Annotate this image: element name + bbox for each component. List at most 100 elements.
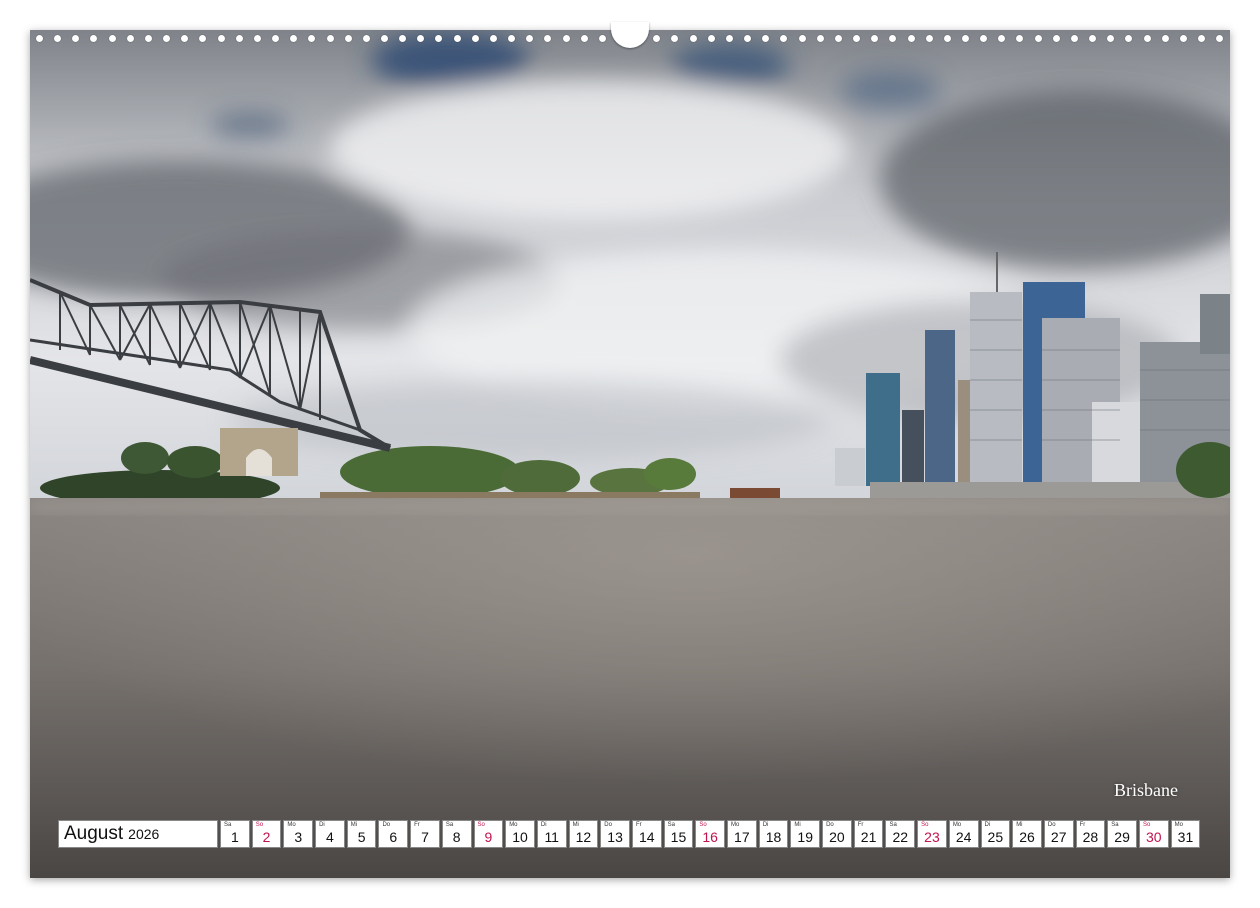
month-name: August bbox=[64, 823, 124, 844]
weekday-label: Mo bbox=[509, 822, 518, 828]
day-number: 17 bbox=[734, 829, 750, 845]
weekday-label: Fr bbox=[635, 822, 642, 828]
day-number: 8 bbox=[452, 829, 461, 845]
weekday-label: Di bbox=[762, 822, 769, 828]
weekday-label: Di bbox=[319, 822, 325, 828]
day-cell: Sa 1 bbox=[220, 820, 250, 848]
weekday-label: Do bbox=[604, 822, 612, 828]
weekday-label: Mi bbox=[350, 822, 358, 828]
day-cell: Fr 21 bbox=[853, 820, 884, 848]
day-number: 28 bbox=[1082, 829, 1099, 845]
weekday-label: Do bbox=[382, 822, 391, 828]
day-cell: Sa 22 bbox=[885, 820, 916, 848]
weekday-label: Mi bbox=[794, 822, 801, 828]
day-number: 3 bbox=[294, 829, 303, 845]
day-cell: Mo 10 bbox=[505, 820, 535, 848]
weekday-label: Di bbox=[984, 822, 991, 828]
day-cells: Sa 1 So 2 Mo 3 Di 4 Mi 5 Do 6 Fr 7 Sa 8 So 9 Mo 10 Di 11 Mi 12 D… bbox=[220, 820, 1202, 850]
weekday-label: Sa bbox=[667, 822, 675, 828]
day-cell: Sa 15 bbox=[663, 820, 694, 848]
day-number: 5 bbox=[357, 829, 366, 845]
day-number: 18 bbox=[765, 829, 782, 845]
month-calendar-strip: August 2026 Sa 1 So 2 Mo 3 Di 4 Mi 5 Do 6 Fr 7 Sa 8 So 9 M… bbox=[58, 820, 1202, 850]
weekday-label: So bbox=[921, 822, 929, 828]
day-cell: Do 27 bbox=[1043, 820, 1074, 848]
day-cell: Do 13 bbox=[600, 820, 630, 848]
day-number: 10 bbox=[512, 829, 528, 845]
day-number: 20 bbox=[829, 829, 845, 845]
day-number: 25 bbox=[987, 829, 1004, 845]
day-number: 1 bbox=[230, 829, 239, 845]
day-number: 19 bbox=[797, 829, 813, 845]
day-cell: Sa 8 bbox=[441, 820, 472, 848]
day-cell: So 16 bbox=[695, 820, 725, 848]
day-number: 24 bbox=[955, 829, 972, 845]
weekday-label: Sa bbox=[1111, 822, 1119, 828]
day-number: 21 bbox=[860, 829, 877, 845]
weekday-label: Mi bbox=[572, 822, 579, 828]
day-cell: Mo 3 bbox=[283, 820, 314, 848]
day-cell: Fr 14 bbox=[631, 820, 662, 848]
weekday-label: Sa bbox=[224, 822, 232, 828]
day-number: 29 bbox=[1114, 829, 1130, 845]
day-number: 22 bbox=[892, 829, 909, 845]
day-number: 30 bbox=[1145, 829, 1162, 845]
day-number: 7 bbox=[421, 829, 429, 845]
weekday-label: Mo bbox=[952, 822, 962, 828]
weekday-label: Do bbox=[826, 822, 834, 828]
day-cell: Mo 17 bbox=[727, 820, 757, 848]
day-cell: Mi 12 bbox=[568, 820, 599, 848]
day-number: 4 bbox=[326, 829, 334, 845]
photo-scene bbox=[30, 30, 1230, 878]
day-number: 11 bbox=[544, 829, 559, 845]
day-cell: Mi 26 bbox=[1012, 820, 1042, 848]
weekday-label: So bbox=[1142, 822, 1151, 828]
weekday-label: Fr bbox=[857, 822, 864, 828]
weekday-label: So bbox=[477, 822, 485, 828]
day-cell: Di 11 bbox=[536, 820, 567, 848]
photo-caption: Brisbane bbox=[1114, 780, 1178, 800]
day-cell: Do 20 bbox=[822, 820, 852, 848]
day-cell: Mo 31 bbox=[1170, 820, 1201, 848]
day-number: 13 bbox=[607, 829, 623, 845]
weekday-label: So bbox=[699, 822, 707, 828]
day-number: 31 bbox=[1177, 829, 1194, 845]
day-number: 12 bbox=[575, 829, 592, 845]
year-label: 2026 bbox=[128, 826, 160, 842]
day-number: 15 bbox=[670, 829, 687, 845]
day-cell: So 2 bbox=[251, 820, 282, 848]
weekday-label: Do bbox=[1047, 822, 1056, 828]
weekday-label: Fr bbox=[1079, 822, 1086, 828]
weekday-label: Fr bbox=[414, 822, 420, 828]
brisbane-river-photo bbox=[30, 30, 1230, 878]
day-number: 23 bbox=[924, 829, 940, 845]
day-cell: Fr 7 bbox=[410, 820, 440, 848]
weekday-label: Mi bbox=[1016, 822, 1023, 828]
day-cell: Mi 19 bbox=[790, 820, 821, 848]
day-cell: So 9 bbox=[473, 820, 504, 848]
weekday-label: Mo bbox=[731, 822, 740, 828]
day-cell: Do 6 bbox=[378, 820, 409, 848]
day-number: 26 bbox=[1019, 829, 1035, 845]
weekday-label: Mo bbox=[287, 822, 296, 828]
weekday-label: Di bbox=[540, 822, 547, 828]
bridge-pier bbox=[220, 428, 298, 476]
day-number: 16 bbox=[702, 829, 718, 845]
weekday-label: So bbox=[255, 822, 264, 828]
month-label: August 2026 bbox=[58, 820, 218, 848]
day-cell: Fr 28 bbox=[1075, 820, 1106, 848]
weekday-label: Mo bbox=[1174, 822, 1183, 828]
day-cell: So 30 bbox=[1138, 820, 1169, 848]
weekday-label: Sa bbox=[445, 822, 454, 828]
day-cell: Di 18 bbox=[758, 820, 789, 848]
day-cell: Mi 5 bbox=[346, 820, 377, 848]
day-number: 6 bbox=[389, 829, 398, 845]
day-number: 14 bbox=[638, 829, 655, 845]
day-number: 9 bbox=[484, 829, 493, 845]
day-number: 2 bbox=[262, 829, 271, 845]
weekday-label: Sa bbox=[889, 822, 897, 828]
day-cell: Sa 29 bbox=[1107, 820, 1137, 848]
day-cell: Di 4 bbox=[315, 820, 345, 848]
day-cell: So 23 bbox=[917, 820, 947, 848]
day-number: 27 bbox=[1050, 829, 1067, 845]
